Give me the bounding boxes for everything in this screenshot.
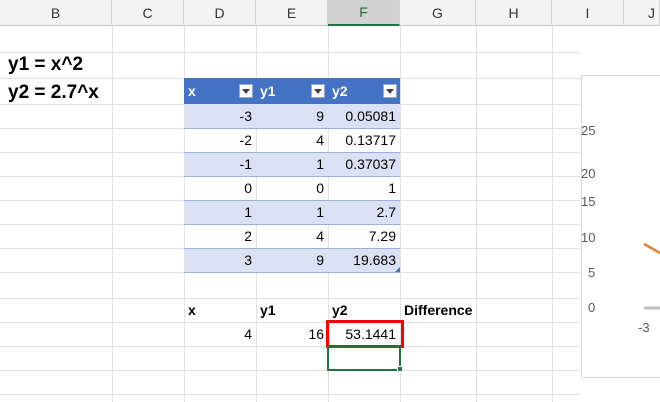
label-difference[interactable]: Difference xyxy=(400,298,490,322)
table-cell-x[interactable]: 2 xyxy=(184,224,256,248)
column-label: C xyxy=(142,4,153,21)
table-cell-y2[interactable]: 7.29 xyxy=(328,224,400,248)
table-cell-y2[interactable]: 19.683 xyxy=(328,248,400,272)
column-header-f[interactable]: F xyxy=(328,0,400,26)
header-label: x xyxy=(188,83,196,99)
value-y1[interactable]: 16 xyxy=(256,322,328,346)
chart-area[interactable]: 25 20 15 10 5 0 -3 xyxy=(581,75,660,378)
column-label: B xyxy=(50,4,61,21)
column-label: F xyxy=(359,4,368,20)
column-header-d[interactable]: D xyxy=(184,0,256,26)
table-cell-y2[interactable]: 0.13717 xyxy=(328,128,400,152)
filter-dropdown-icon[interactable] xyxy=(311,84,325,98)
filter-dropdown-icon[interactable] xyxy=(383,84,397,98)
column-label: I xyxy=(585,4,590,21)
y-tick-label: 5 xyxy=(588,265,596,280)
column-header-g[interactable]: G xyxy=(400,0,476,26)
table-cell-y1[interactable]: 4 xyxy=(256,128,328,152)
y-tick-label: 0 xyxy=(588,300,596,315)
table-cell-x[interactable]: 1 xyxy=(184,200,256,224)
table-cell-y2[interactable]: 2.7 xyxy=(328,200,400,224)
label-x[interactable]: x xyxy=(184,298,256,322)
column-label: J xyxy=(648,4,655,21)
header-label: y2 xyxy=(332,83,348,99)
table-cell-y1[interactable]: 4 xyxy=(256,224,328,248)
column-header-i[interactable]: I xyxy=(552,0,624,26)
series-line xyxy=(643,242,660,255)
header-label: y1 xyxy=(260,83,276,99)
column-label: H xyxy=(508,4,519,21)
table-cell-y2[interactable]: 0.37037 xyxy=(328,152,400,176)
grid-line xyxy=(0,394,580,395)
label-y2[interactable]: y2 xyxy=(328,298,400,322)
equation-y1: y1 = x^2 xyxy=(8,54,84,75)
filter-dropdown-icon[interactable] xyxy=(239,84,253,98)
column-header-b[interactable]: B xyxy=(0,0,112,26)
table-cell-x[interactable]: -2 xyxy=(184,128,256,152)
grid-line xyxy=(0,346,580,347)
label-y1[interactable]: y1 xyxy=(256,298,328,322)
table-header-y1[interactable]: y1 xyxy=(256,78,328,104)
table-cell-x[interactable]: 0 xyxy=(184,176,256,200)
table-cell-y2[interactable]: 1 xyxy=(328,176,400,200)
x-tick-label: -3 xyxy=(638,320,650,335)
table-cell-x[interactable]: 3 xyxy=(184,248,256,272)
y-tick-label: 25 xyxy=(581,123,596,138)
column-header-h[interactable]: H xyxy=(476,0,552,26)
table-resize-handle-icon[interactable] xyxy=(395,267,400,272)
value-x[interactable]: 4 xyxy=(184,322,256,346)
fill-handle-icon[interactable] xyxy=(397,366,403,372)
table-header-y2[interactable]: y2 xyxy=(328,78,400,104)
table-cell-x[interactable]: -1 xyxy=(184,152,256,176)
table-cell-y2[interactable]: 0.05081 xyxy=(328,104,400,128)
column-header-c[interactable]: C xyxy=(112,0,184,26)
table-cell-y1[interactable]: 1 xyxy=(256,200,328,224)
column-header-j[interactable]: J xyxy=(624,0,660,26)
active-cell[interactable] xyxy=(327,346,401,371)
y-tick-label: 20 xyxy=(581,166,596,181)
table-header-x[interactable]: x xyxy=(184,78,256,104)
grid-line xyxy=(0,370,580,371)
table-cell-y1[interactable]: 9 xyxy=(256,248,328,272)
column-label: E xyxy=(286,4,297,21)
column-label: G xyxy=(432,4,443,21)
highlight-box xyxy=(326,320,404,348)
equation-y2: y2 = 2.7^x xyxy=(8,82,99,103)
table-cell-y1[interactable]: 9 xyxy=(256,104,328,128)
grid-line xyxy=(0,52,580,53)
table-cell-y1[interactable]: 0 xyxy=(256,176,328,200)
table-row-line xyxy=(184,272,400,273)
column-header-e[interactable]: E xyxy=(256,0,328,26)
table-cell-x[interactable]: -3 xyxy=(184,104,256,128)
column-label: D xyxy=(214,4,225,21)
y-tick-label: 10 xyxy=(581,230,596,245)
y-tick-label: 15 xyxy=(581,194,596,209)
table-cell-y1[interactable]: 1 xyxy=(256,152,328,176)
